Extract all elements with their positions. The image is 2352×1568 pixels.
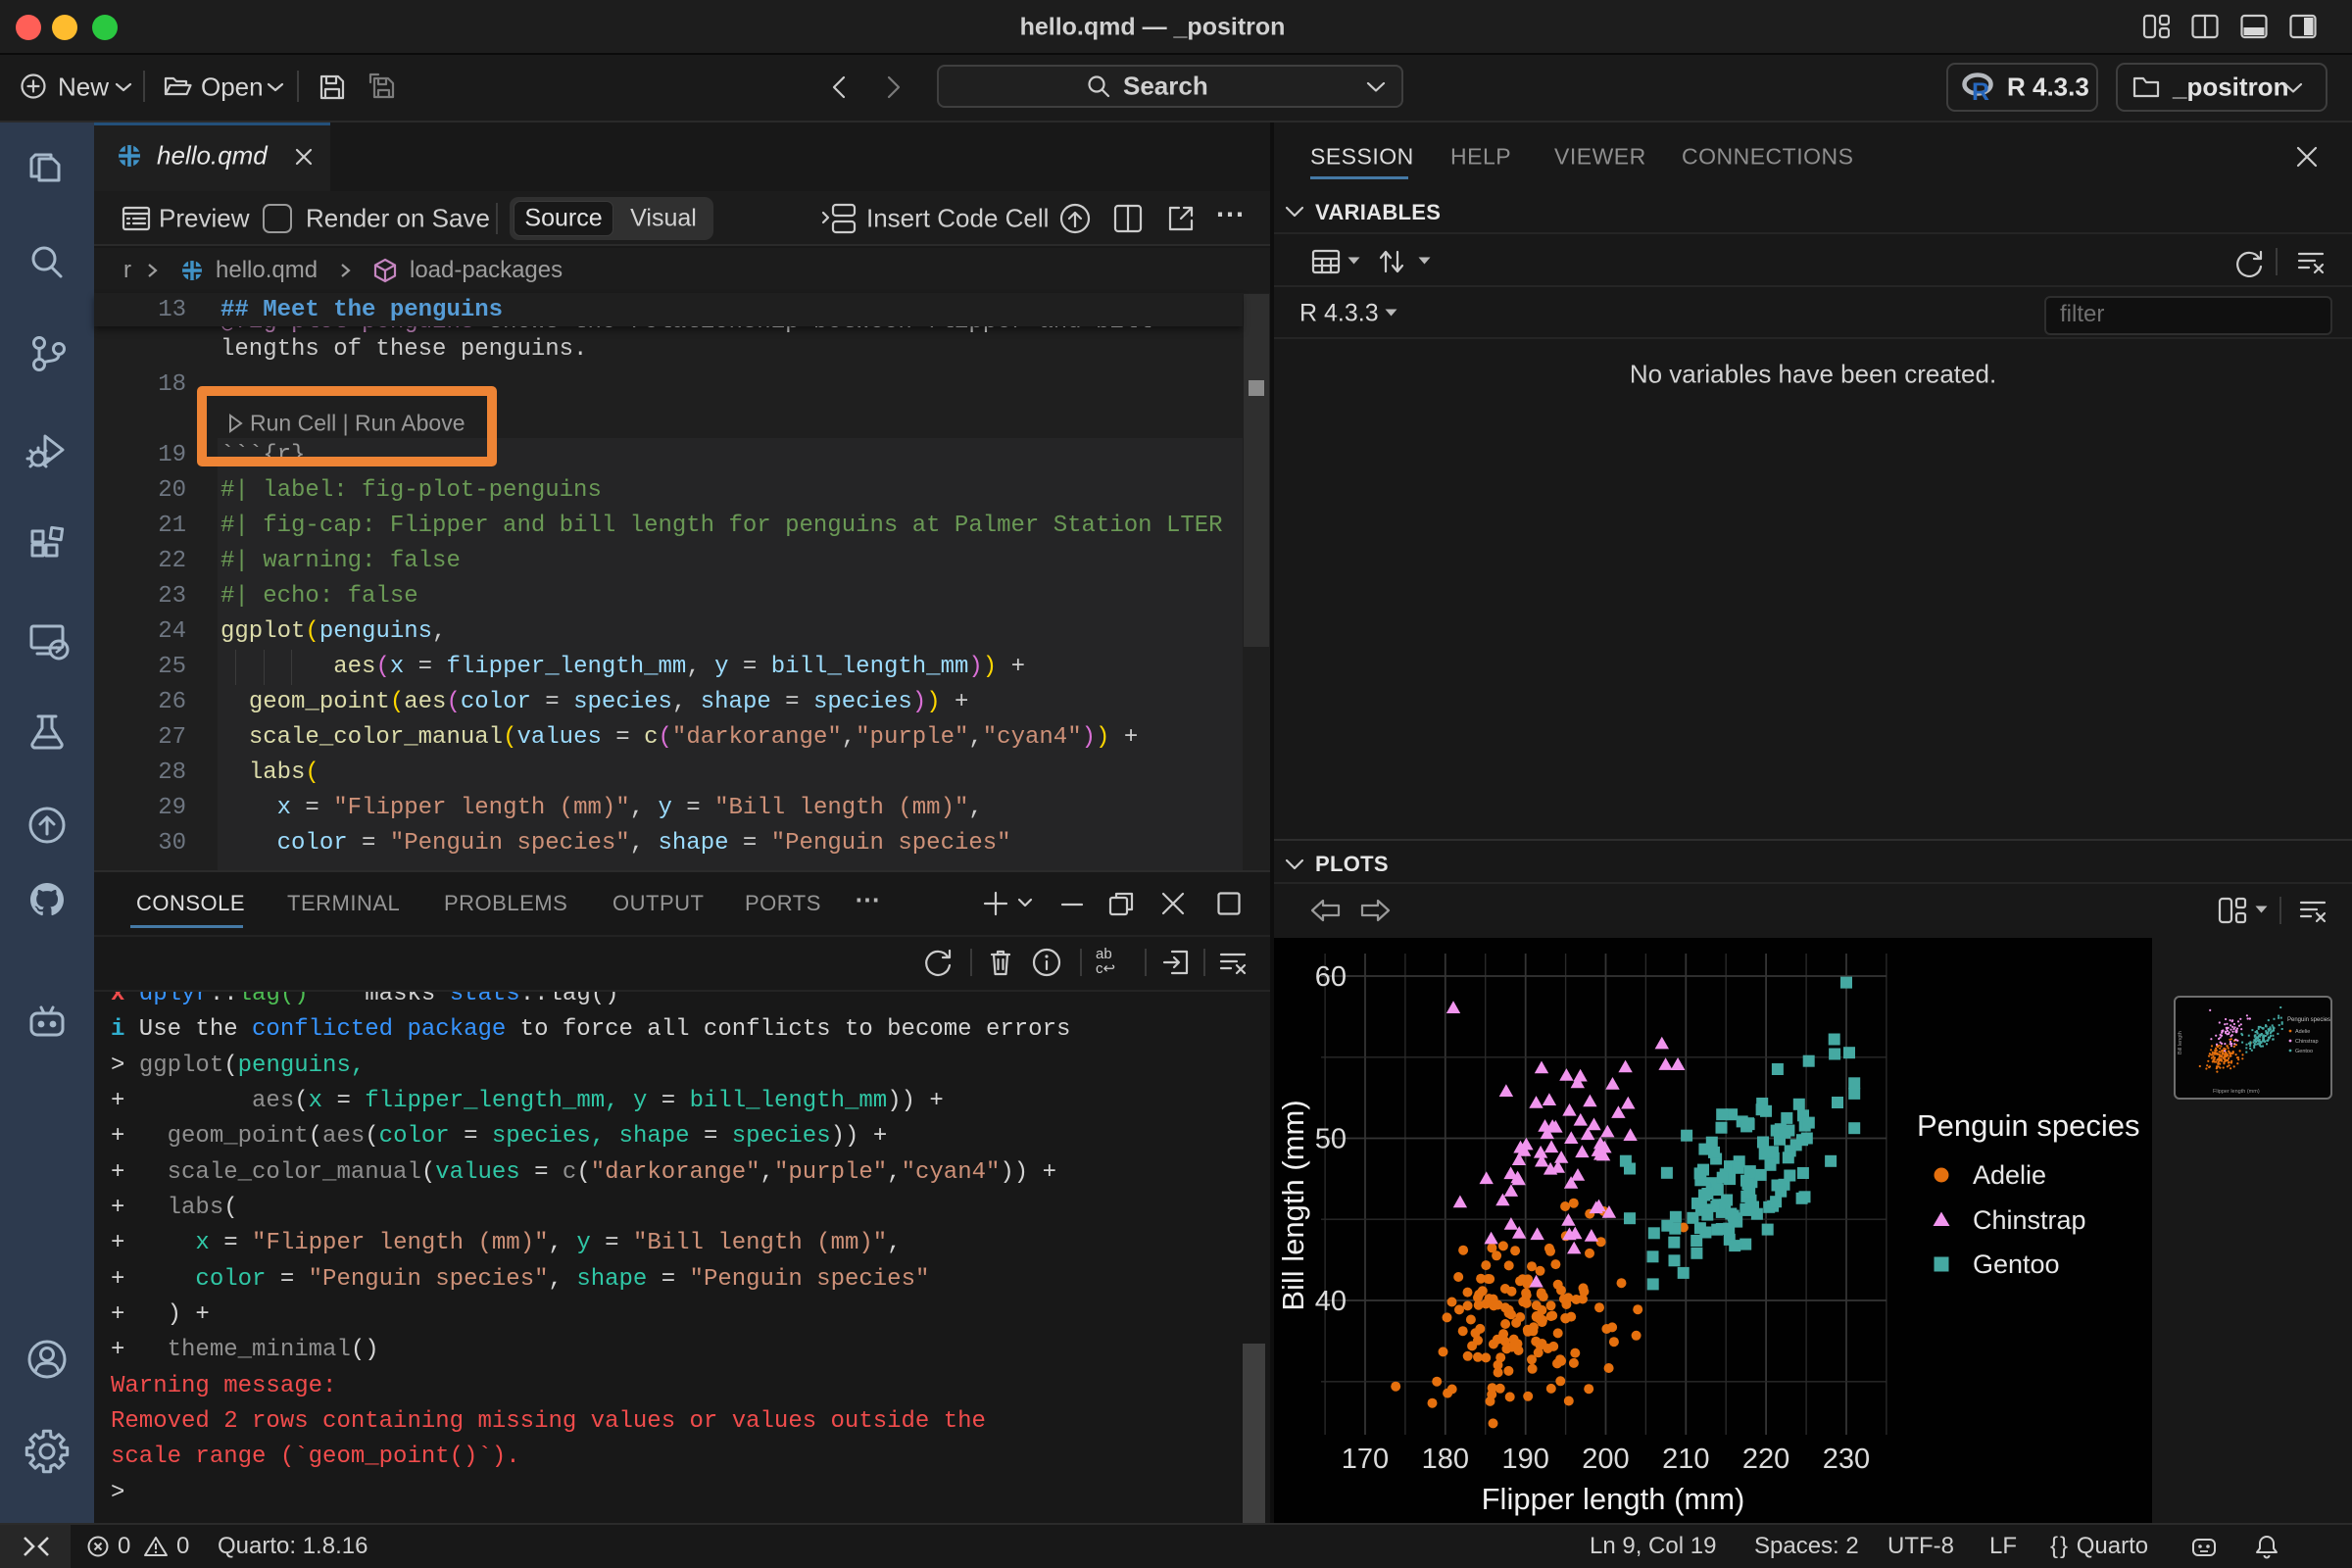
svg-text:Bill length: Bill length: [2178, 1031, 2183, 1054]
svg-text:Penguin species: Penguin species: [1917, 1108, 2140, 1143]
svg-text:200: 200: [1582, 1444, 1629, 1475]
svg-text:Chinstrap: Chinstrap: [2295, 1039, 2319, 1045]
svg-text:R: R: [1972, 78, 1989, 102]
svg-text:Chinstrap: Chinstrap: [1973, 1205, 2086, 1235]
svg-text:Adelie: Adelie: [2295, 1029, 2310, 1035]
svg-text:Flipper length (mm): Flipper length (mm): [1482, 1482, 1745, 1516]
svg-text:180: 180: [1422, 1444, 1469, 1475]
svg-text:190: 190: [1502, 1444, 1549, 1475]
svg-text:60: 60: [1315, 961, 1347, 993]
svg-text:Gentoo: Gentoo: [2295, 1049, 2313, 1054]
svg-text:Adelie: Adelie: [1973, 1160, 2046, 1190]
svg-text:Flipper length (mm): Flipper length (mm): [2213, 1089, 2260, 1095]
svg-text:Gentoo: Gentoo: [1973, 1250, 2060, 1279]
svg-text:230: 230: [1823, 1444, 1870, 1475]
svg-text:Penguin species: Penguin species: [2287, 1017, 2330, 1023]
svg-text:210: 210: [1662, 1444, 1709, 1475]
svg-text:Bill length (mm): Bill length (mm): [1276, 1100, 1310, 1310]
svg-text:40: 40: [1315, 1286, 1347, 1317]
svg-text:50: 50: [1315, 1124, 1347, 1155]
svg-text:170: 170: [1342, 1444, 1389, 1475]
svg-text:220: 220: [1742, 1444, 1789, 1475]
